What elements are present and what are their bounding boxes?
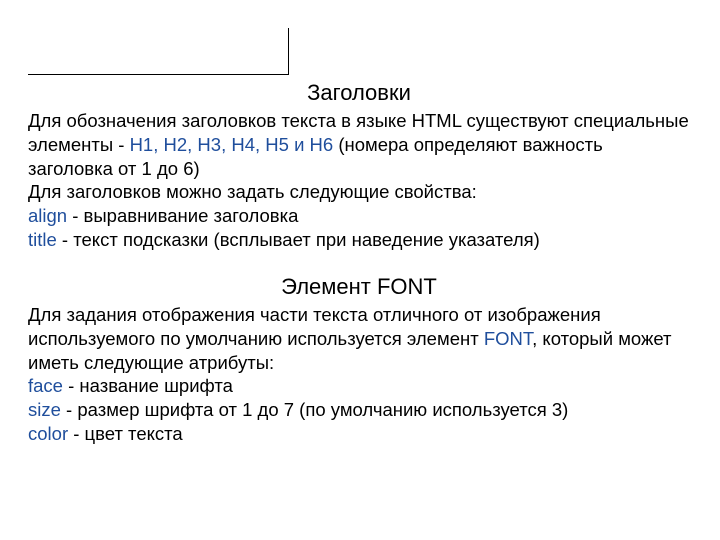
keyword-title: title [28,229,57,250]
keyword-font: FONT [484,328,532,349]
section1-para1: Для обозначения заголовков текста в язык… [28,109,690,180]
decorative-rule [28,28,289,75]
content: Заголовки Для обозначения заголовков тек… [28,79,690,445]
keyword-align: align [28,205,67,226]
text: - текст подсказки (всплывает при наведен… [57,229,540,250]
text: - выравнивание заголовка [67,205,298,226]
section1-align-line: align - выравнивание заголовка [28,204,690,228]
section2-face-line: face - название шрифта [28,374,690,398]
section2-color-line: color - цвет текста [28,422,690,446]
keyword-face: face [28,375,63,396]
section1-para2: Для заголовков можно задать следующие св… [28,180,690,204]
text: - название шрифта [63,375,233,396]
section2-size-line: size - размер шрифта от 1 до 7 (по умолч… [28,398,690,422]
keyword-color: color [28,423,68,444]
section1-title-line: title - текст подсказки (всплывает при н… [28,228,690,252]
text: - размер шрифта от 1 до 7 (по умолчанию … [61,399,568,420]
section2-para1: Для задания отображения части текста отл… [28,303,690,374]
keyword-size: size [28,399,61,420]
keyword-headings: H1, H2, H3, H4, H5 и H6 [130,134,334,155]
section2-heading: Элемент FONT [28,251,690,303]
section1-heading: Заголовки [28,79,690,109]
text: - цвет текста [68,423,183,444]
slide: Заголовки Для обозначения заголовков тек… [0,0,720,445]
